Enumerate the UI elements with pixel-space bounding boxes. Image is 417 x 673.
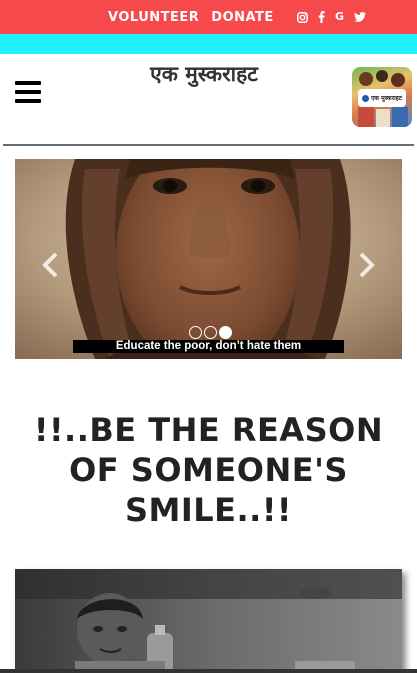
hero-carousel[interactable]: Educate the poor, don’t hate them bbox=[15, 159, 402, 359]
facebook-icon[interactable] bbox=[318, 11, 325, 23]
carousel-indicators bbox=[189, 326, 232, 339]
bottom-edge-bar bbox=[0, 669, 417, 673]
site-logo[interactable]: एक मुस्कराहट bbox=[352, 67, 412, 127]
carousel-next-icon[interactable] bbox=[352, 251, 380, 279]
tagline-heading: !!..BE THE REASON OF SOMEONE'S SMILE..!! bbox=[33, 411, 384, 529]
social-links: G bbox=[297, 0, 367, 34]
site-header: एक मुस्कराहट एक मुस्कराहट bbox=[0, 54, 417, 146]
accent-stripe bbox=[0, 34, 417, 54]
site-title[interactable]: एक मुस्कराहट bbox=[100, 60, 308, 88]
donate-link[interactable]: DONATE bbox=[211, 10, 274, 25]
header-divider bbox=[3, 144, 414, 146]
slide-caption: Educate the poor, don’t hate them bbox=[73, 340, 344, 353]
hamburger-menu-icon[interactable] bbox=[15, 81, 41, 103]
twitter-icon[interactable] bbox=[354, 12, 367, 22]
volunteer-link[interactable]: VOLUNTEER bbox=[108, 10, 199, 25]
top-nav: VOLUNTEER DONATE bbox=[108, 0, 286, 34]
carousel-dot-1[interactable] bbox=[189, 326, 202, 339]
logo-text: एक मुस्कराहट bbox=[371, 95, 402, 102]
logo-badge: एक मुस्कराहट bbox=[358, 89, 406, 107]
google-icon[interactable]: G bbox=[335, 11, 344, 23]
feature-photo-image bbox=[15, 569, 402, 673]
instagram-icon[interactable] bbox=[297, 11, 308, 23]
carousel-prev-icon[interactable] bbox=[37, 251, 65, 279]
feature-photo bbox=[15, 569, 402, 673]
top-bar: VOLUNTEER DONATE G bbox=[0, 0, 417, 34]
carousel-dot-2[interactable] bbox=[204, 326, 217, 339]
logo-emblem-icon bbox=[362, 94, 370, 102]
carousel-dot-3[interactable] bbox=[219, 326, 232, 339]
